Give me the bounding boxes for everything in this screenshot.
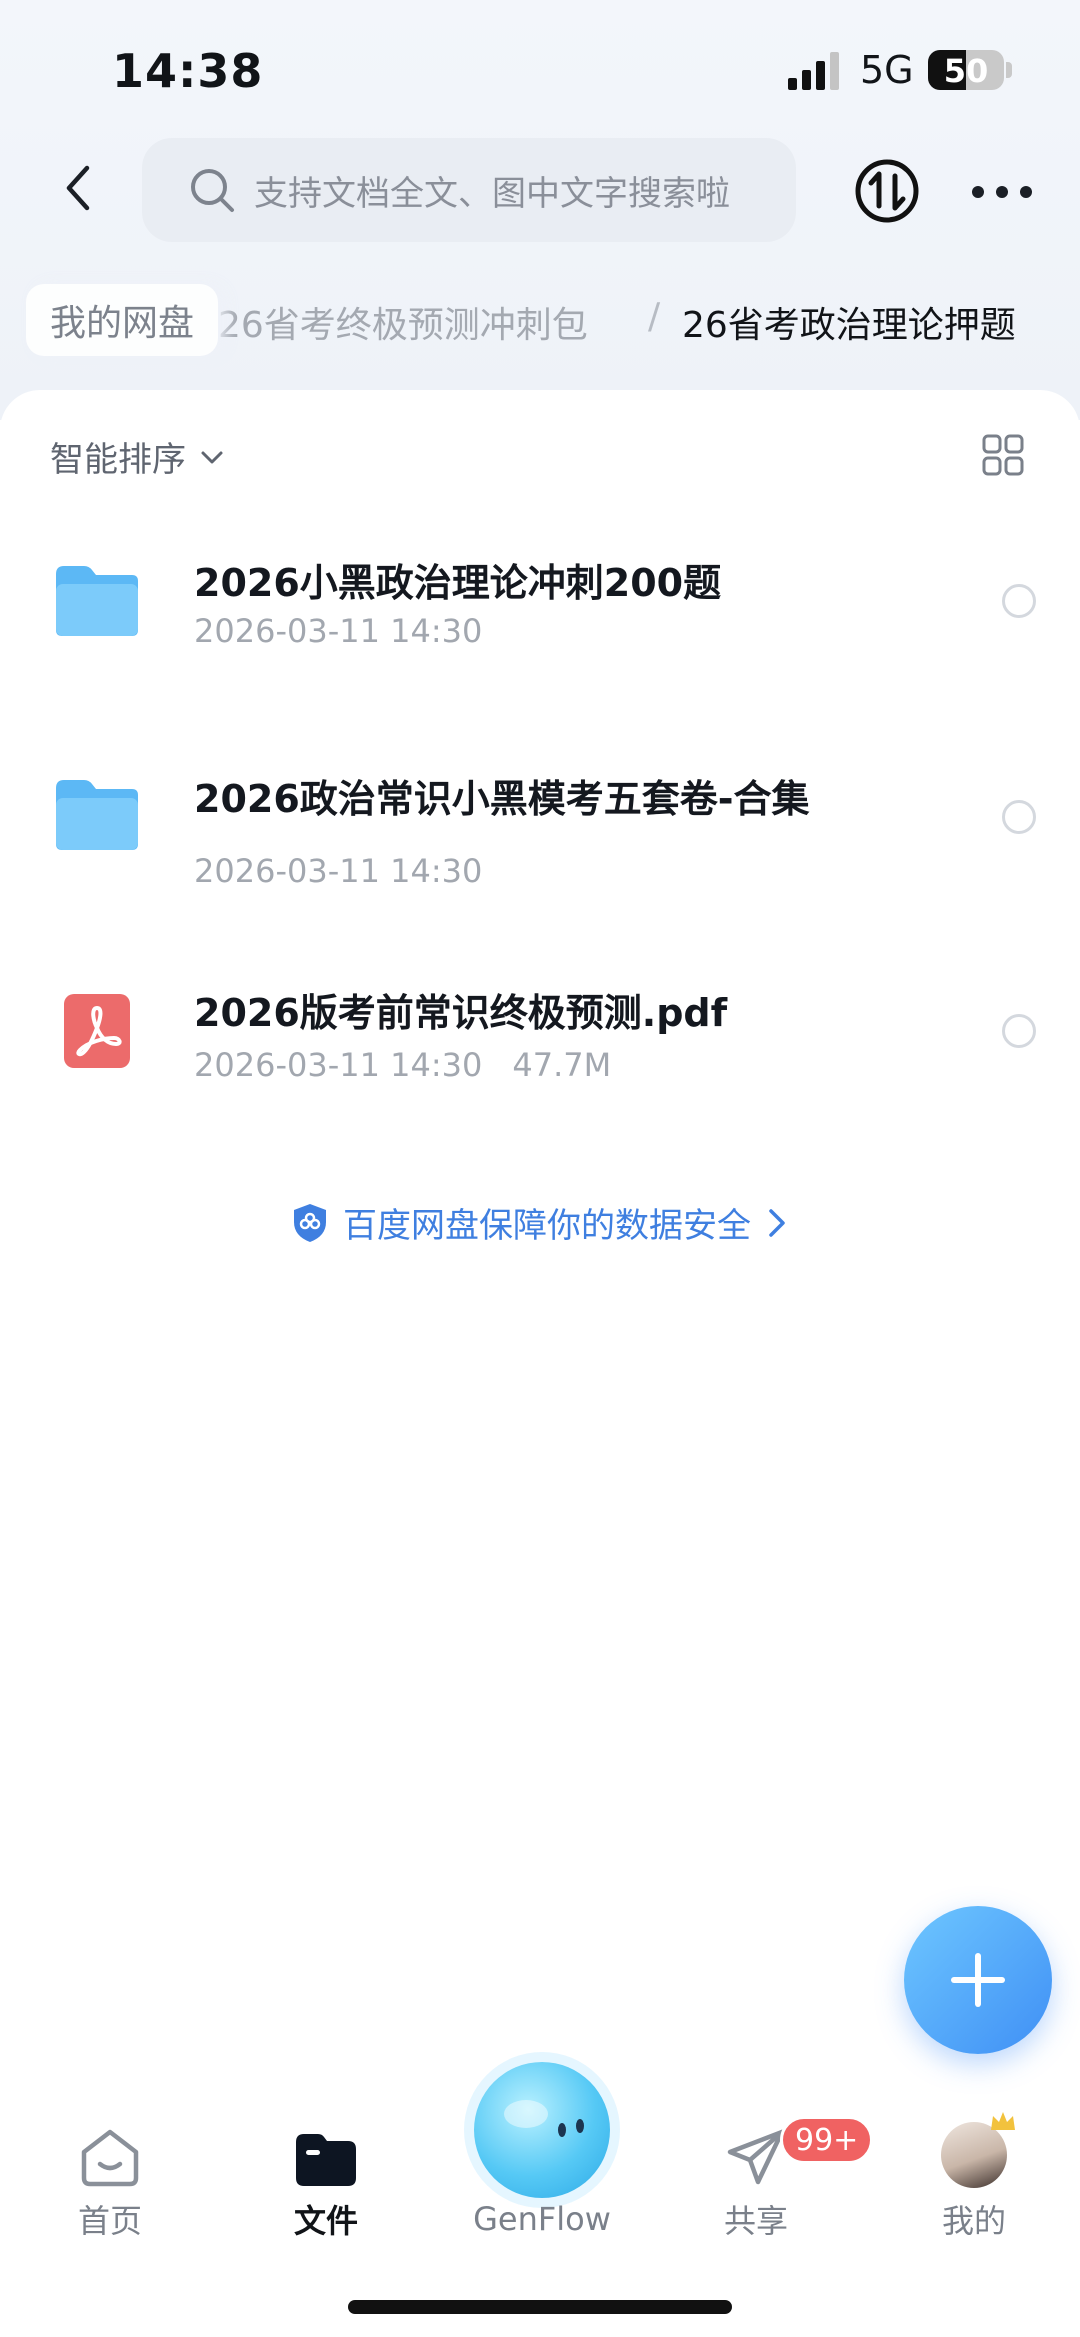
status-time: 14:38 <box>112 44 264 98</box>
list-item[interactable]: 2026政治常识小黑模考五套卷-合集 2026-03-11 14:30 <box>0 756 1080 946</box>
breadcrumb-separator: / <box>648 296 661 337</box>
sort-label: 智能排序 <box>50 440 186 480</box>
paper-plane-icon <box>727 2129 785 2185</box>
home-icon <box>81 2129 139 2187</box>
breadcrumb-root[interactable]: 我的网盘 <box>26 284 219 356</box>
genflow-button[interactable] <box>474 2062 610 2198</box>
signal-icon <box>788 52 839 90</box>
battery-nub <box>1006 62 1012 78</box>
folder-filled-icon <box>296 2134 356 2186</box>
tab-files-label: 文件 <box>293 2202 358 2240</box>
genflow-mascot-icon <box>504 2100 584 2137</box>
file-name: 2026版考前常识终极预测.pdf <box>194 991 728 1035</box>
chevron-right-icon <box>769 1208 785 1237</box>
tab-share-label: 共享 <box>723 2202 788 2240</box>
network-type: 5G <box>860 48 914 92</box>
tab-home[interactable]: 首页 <box>30 2118 190 2242</box>
avatar <box>941 2112 1015 2188</box>
list-item[interactable]: 2026版考前常识终极预测.pdf 2026-03-11 14:30 47.7M <box>0 970 1080 1090</box>
shield-icon <box>294 1203 326 1242</box>
security-notice-text: 百度网盘保障你的数据安全 <box>343 1206 751 1246</box>
security-notice-link[interactable]: 百度网盘保障你的数据安全 <box>0 1198 1080 1247</box>
breadcrumb-parent[interactable]: 26省考终极预测冲刺包 <box>218 296 588 348</box>
home-indicator <box>348 2300 732 2314</box>
crown-icon <box>991 2112 1015 2130</box>
tab-genflow-label: GenFlow <box>473 2200 611 2238</box>
transfer-icon[interactable] <box>854 158 920 224</box>
chevron-down-icon <box>201 451 223 463</box>
more-dot-icon <box>996 186 1008 198</box>
select-checkbox[interactable] <box>1002 800 1036 834</box>
file-meta: 2026-03-11 14:30 <box>194 852 482 890</box>
tab-me-label: 我的 <box>941 2202 1006 2240</box>
file-name: 2026小黑政治理论冲刺200题 <box>194 561 722 605</box>
folder-icon <box>56 780 138 850</box>
folder-icon <box>56 566 138 636</box>
more-dot-icon <box>1020 186 1032 198</box>
file-size: 47.7M <box>512 1046 612 1084</box>
file-name: 2026政治常识小黑模考五套卷-合集 <box>194 777 810 821</box>
tab-me[interactable]: 我的 <box>894 2112 1054 2242</box>
battery-icon: 50 <box>928 50 1004 90</box>
pdf-file-icon <box>64 994 130 1068</box>
file-date: 2026-03-11 14:30 <box>194 852 483 890</box>
battery-level: 50 <box>943 52 989 90</box>
search-icon <box>191 169 234 212</box>
tab-home-label: 首页 <box>77 2202 142 2240</box>
search-placeholder: 支持文档全文、图中文字搜索啦 <box>254 173 730 214</box>
list-item[interactable]: 2026小黑政治理论冲刺200题 2026-03-11 14:30 <box>0 540 1080 730</box>
grid-view-icon[interactable] <box>982 434 1024 476</box>
search-input[interactable]: 支持文档全文、图中文字搜索啦 <box>142 138 796 242</box>
share-count-badge: 99+ <box>780 2116 874 2164</box>
select-checkbox[interactable] <box>1002 1014 1036 1048</box>
more-dot-icon <box>972 186 984 198</box>
sort-dropdown[interactable]: 智能排序 <box>50 432 226 481</box>
plus-icon <box>951 1953 1005 2007</box>
back-button[interactable] <box>50 158 106 218</box>
select-checkbox[interactable] <box>1002 584 1036 618</box>
file-meta: 2026-03-11 14:30 <box>194 612 482 650</box>
add-button[interactable] <box>904 1906 1052 2054</box>
file-date: 2026-03-11 14:30 <box>194 612 483 650</box>
chevron-left-icon <box>66 165 90 211</box>
file-date: 2026-03-11 14:30 <box>194 1046 483 1084</box>
tab-files[interactable]: 文件 <box>246 2118 406 2242</box>
breadcrumb-current: 26省考政治理论押题 <box>682 305 1016 346</box>
file-meta: 2026-03-11 14:30 47.7M <box>194 1046 611 1084</box>
more-options-button[interactable] <box>972 172 1032 212</box>
